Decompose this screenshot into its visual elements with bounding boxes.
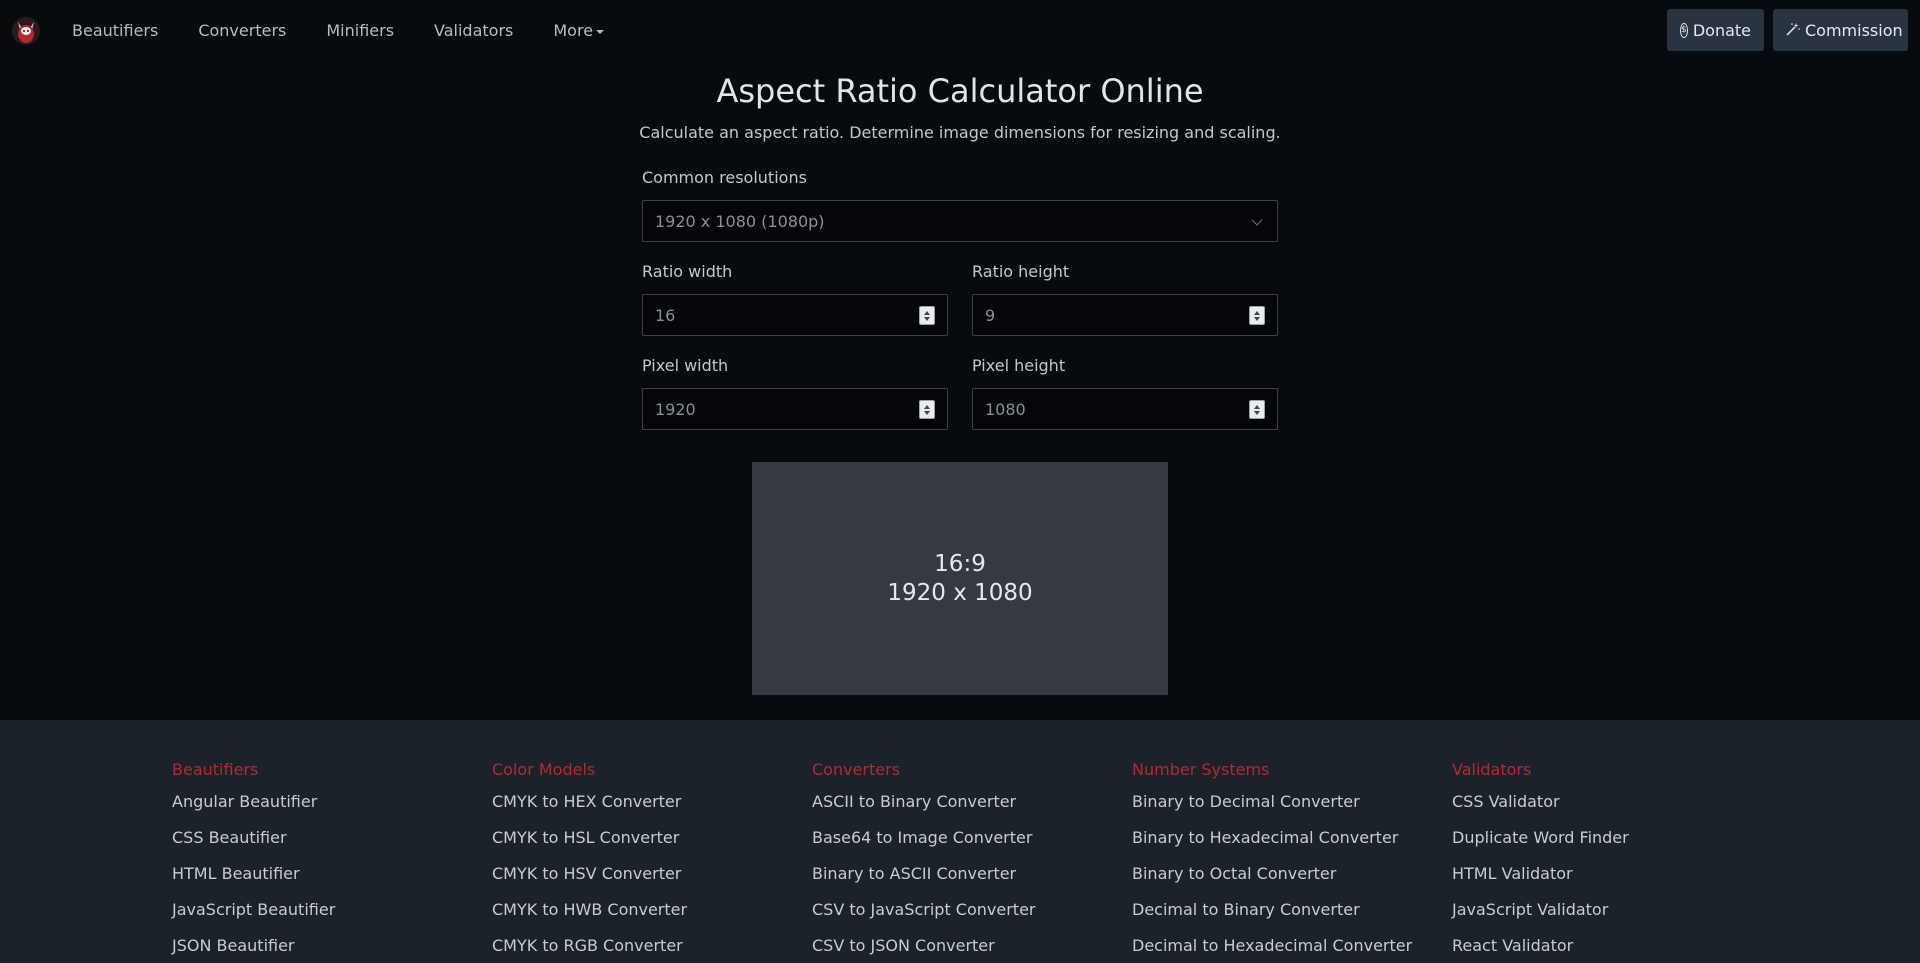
footer-heading: Beautifiers	[172, 760, 259, 779]
pixel-width-value: 1920	[655, 399, 696, 419]
footer-link[interactable]: Binary to Hexadecimal Converter	[1132, 828, 1398, 847]
footer-link[interactable]: HTML Validator	[1452, 864, 1573, 883]
footer-link[interactable]: CMYK to HSL Converter	[492, 828, 679, 847]
footer-link[interactable]: Base64 to Image Converter	[812, 828, 1032, 847]
stepper-down-icon	[1254, 410, 1260, 415]
ratio-width-label: Ratio width	[642, 262, 733, 281]
stepper-down-icon	[924, 316, 930, 321]
pixel-width-label: Pixel width	[642, 356, 729, 375]
stepper-down-icon	[1254, 316, 1260, 321]
pixel-height-stepper[interactable]	[1249, 400, 1265, 419]
common-resolutions-label: Common resolutions	[642, 168, 807, 187]
footer-heading: Converters	[812, 760, 901, 779]
pixel-width-stepper[interactable]	[919, 400, 935, 419]
donate-button[interactable]: $ Donate	[1667, 9, 1764, 51]
magic-wand-icon	[1786, 21, 1800, 40]
dollar-coin-icon: $	[1680, 22, 1688, 38]
ratio-height-input[interactable]: 9	[972, 294, 1278, 336]
nav-more-dropdown[interactable]: More	[553, 21, 605, 40]
donate-label: Donate	[1692, 20, 1751, 40]
ratio-height-label: Ratio height	[972, 262, 1070, 281]
nav-validators[interactable]: Validators	[434, 21, 513, 40]
common-resolutions-select[interactable]: 1920 x 1080 (1080p)	[642, 200, 1278, 242]
caret-down-icon	[596, 29, 605, 34]
footer-link[interactable]: Binary to Decimal Converter	[1132, 792, 1360, 811]
footer-link[interactable]: CSS Beautifier	[172, 828, 287, 847]
footer-link[interactable]: Binary to ASCII Converter	[812, 864, 1016, 883]
commission-label: Commission	[1805, 20, 1903, 40]
footer-link[interactable]: CSS Validator	[1452, 792, 1560, 811]
site-logo-icon[interactable]	[11, 16, 41, 46]
footer-link[interactable]: Decimal to Hexadecimal Converter	[1132, 936, 1412, 955]
footer-link[interactable]: HTML Beautifier	[172, 864, 300, 883]
footer-link[interactable]: CMYK to HEX Converter	[492, 792, 681, 811]
footer-link[interactable]: JavaScript Beautifier	[172, 900, 335, 919]
aspect-ratio-preview: 16:9 1920 x 1080	[752, 462, 1168, 695]
ratio-width-input[interactable]: 16	[642, 294, 948, 336]
footer-heading: Validators	[1452, 760, 1532, 779]
footer-link[interactable]: CSV to JavaScript Converter	[812, 900, 1035, 919]
ratio-width-value: 16	[655, 305, 676, 325]
footer-link[interactable]: Decimal to Binary Converter	[1132, 900, 1360, 919]
pixel-height-input[interactable]: 1080	[972, 388, 1278, 430]
stepper-up-icon	[1254, 404, 1260, 409]
nav-minifiers[interactable]: Minifiers	[326, 21, 394, 40]
nav-converters[interactable]: Converters	[198, 21, 286, 40]
pixel-height-value: 1080	[985, 399, 1026, 419]
stepper-up-icon	[1254, 310, 1260, 315]
footer-link[interactable]: React Validator	[1452, 936, 1573, 955]
nav-beautifiers[interactable]: Beautifiers	[72, 21, 158, 40]
ratio-height-value: 9	[985, 305, 996, 325]
commission-button[interactable]: Commission	[1773, 9, 1908, 51]
footer-heading: Number Systems	[1132, 760, 1270, 779]
navbar: Beautifiers Converters Minifiers Validat…	[0, 0, 1920, 61]
footer-link[interactable]: CMYK to HSV Converter	[492, 864, 681, 883]
preview-dimensions: 1920 x 1080	[887, 579, 1033, 606]
footer-link[interactable]: ASCII to Binary Converter	[812, 792, 1016, 811]
footer-heading: Color Models	[492, 760, 596, 779]
chevron-down-icon	[1251, 214, 1263, 226]
ratio-height-stepper[interactable]	[1249, 306, 1265, 325]
stepper-up-icon	[924, 404, 930, 409]
footer-link[interactable]: JavaScript Validator	[1452, 900, 1608, 919]
footer-link[interactable]: CSV to JSON Converter	[812, 936, 995, 955]
stepper-up-icon	[924, 310, 930, 315]
footer-link[interactable]: Binary to Octal Converter	[1132, 864, 1336, 883]
pixel-height-label: Pixel height	[972, 356, 1066, 375]
footer-link[interactable]: JSON Beautifier	[172, 936, 295, 955]
footer-link[interactable]: CMYK to RGB Converter	[492, 936, 683, 955]
ratio-width-stepper[interactable]	[919, 306, 935, 325]
page-subtitle: Calculate an aspect ratio. Determine ima…	[639, 123, 1281, 142]
footer-link[interactable]: CMYK to HWB Converter	[492, 900, 687, 919]
footer-link[interactable]: Duplicate Word Finder	[1452, 828, 1629, 847]
page-title: Aspect Ratio Calculator Online	[716, 72, 1204, 110]
preview-ratio: 16:9	[934, 550, 986, 577]
common-resolutions-value: 1920 x 1080 (1080p)	[655, 211, 825, 231]
nav-more-label: More	[553, 21, 594, 40]
footer-link[interactable]: Angular Beautifier	[172, 792, 317, 811]
stepper-down-icon	[924, 410, 930, 415]
pixel-width-input[interactable]: 1920	[642, 388, 948, 430]
